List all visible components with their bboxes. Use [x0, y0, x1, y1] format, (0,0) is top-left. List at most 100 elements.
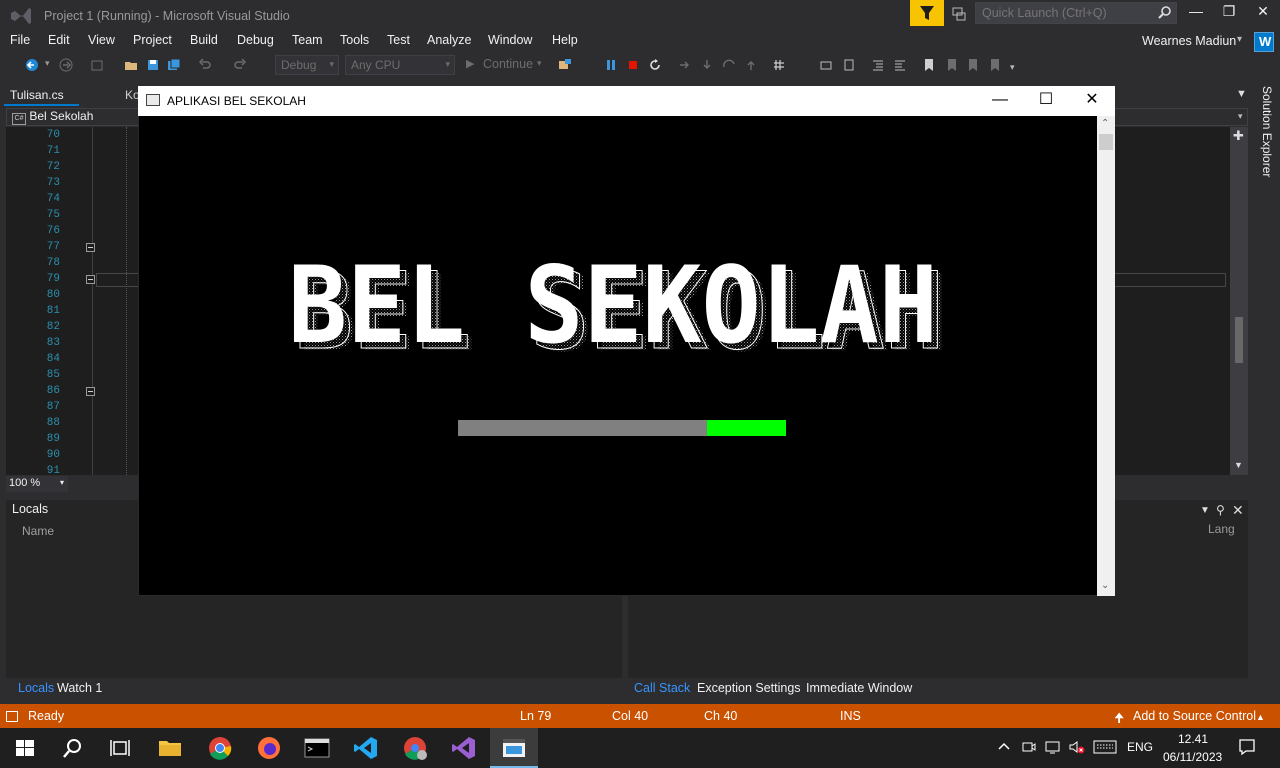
- console-window-icon[interactable]: [146, 94, 160, 106]
- show-next-statement-icon[interactable]: [678, 58, 692, 72]
- output-window-icon[interactable]: [6, 711, 19, 723]
- open-folder-icon[interactable]: [124, 58, 138, 72]
- outdent-icon[interactable]: [871, 58, 885, 72]
- stop-icon[interactable]: [626, 58, 640, 72]
- back-icon[interactable]: [25, 58, 39, 72]
- zoom-level-select[interactable]: 100 % ▾: [6, 476, 68, 492]
- close-panel-icon[interactable]: ✕: [1232, 502, 1244, 519]
- console-vertical-scrollbar[interactable]: ⌃ ⌄: [1097, 116, 1115, 596]
- menu-tools[interactable]: Tools: [340, 33, 369, 47]
- menu-window[interactable]: Window: [488, 33, 532, 47]
- toolbar-overflow-icon[interactable]: ▾: [1010, 62, 1015, 73]
- tab-exception-settings[interactable]: Exception Settings: [697, 681, 801, 695]
- column-language[interactable]: Lang: [1208, 522, 1235, 536]
- account-name[interactable]: Wearnes Madiun: [1142, 34, 1236, 48]
- notifications-icon[interactable]: [1238, 738, 1256, 756]
- stack-frame-icon[interactable]: [841, 58, 855, 72]
- members-dropdown-icon[interactable]: ▾: [1238, 111, 1243, 122]
- previous-bookmark-icon[interactable]: [945, 58, 959, 72]
- continue-button[interactable]: Continue: [483, 57, 533, 71]
- indent-icon[interactable]: [893, 58, 907, 72]
- tab-tulisan-cs[interactable]: Tulisan.cs ⚭: [4, 86, 79, 115]
- menu-test[interactable]: Test: [387, 33, 410, 47]
- source-control-up-icon[interactable]: ▲: [1256, 712, 1265, 722]
- menu-project[interactable]: Project: [133, 33, 172, 47]
- webcam-icon[interactable]: [1021, 739, 1037, 755]
- save-all-icon[interactable]: [167, 58, 181, 72]
- console-maximize-button[interactable]: ☐: [1026, 88, 1066, 112]
- menu-edit[interactable]: Edit: [48, 33, 70, 47]
- step-over-icon[interactable]: [722, 58, 736, 72]
- step-into-icon[interactable]: [700, 58, 714, 72]
- back-dropdown-icon[interactable]: ▾: [45, 58, 50, 69]
- menu-view[interactable]: View: [88, 33, 115, 47]
- menu-file[interactable]: File: [10, 33, 30, 47]
- account-dropdown-icon[interactable]: ▾: [1237, 34, 1242, 45]
- process-icon[interactable]: [558, 58, 572, 72]
- platform-select[interactable]: Any CPU ▾: [345, 55, 455, 75]
- split-icon[interactable]: ✚: [1233, 128, 1244, 144]
- menu-debug[interactable]: Debug: [237, 33, 274, 47]
- next-bookmark-icon[interactable]: [966, 58, 980, 72]
- pin-panel-icon[interactable]: ⚲: [1216, 503, 1225, 517]
- forward-icon[interactable]: [59, 58, 73, 72]
- editor-vertical-scrollbar[interactable]: [1230, 127, 1248, 475]
- firefox-icon[interactable]: [256, 736, 282, 760]
- visual-studio-icon[interactable]: [451, 736, 477, 760]
- clear-bookmarks-icon[interactable]: [988, 58, 1002, 72]
- account-avatar[interactable]: W: [1254, 32, 1274, 52]
- thread-icon[interactable]: [819, 58, 833, 72]
- windows-start-icon[interactable]: [12, 736, 38, 760]
- solution-explorer-tab[interactable]: Solution Explorer: [1252, 86, 1274, 186]
- network-icon[interactable]: [1044, 739, 1062, 755]
- undo-icon[interactable]: [198, 58, 212, 72]
- console-app-taskbar-item[interactable]: [490, 728, 538, 768]
- close-button[interactable]: ✕: [1248, 3, 1278, 25]
- continue-dropdown-icon[interactable]: ▾: [537, 58, 542, 69]
- tab-immediate-window[interactable]: Immediate Window: [806, 681, 912, 695]
- show-hidden-icons-icon[interactable]: [997, 740, 1011, 754]
- restore-button[interactable]: ❐: [1214, 3, 1244, 25]
- add-to-source-control-button[interactable]: Add to Source Control: [1133, 709, 1256, 723]
- project-navigation[interactable]: C# Bel Sekolah: [12, 109, 93, 125]
- new-project-icon[interactable]: [90, 58, 104, 72]
- console-scroll-thumb[interactable]: [1099, 134, 1113, 150]
- search-icon[interactable]: [60, 736, 86, 760]
- pause-icon[interactable]: [604, 58, 618, 72]
- task-view-icon[interactable]: [107, 736, 133, 760]
- quick-launch-input[interactable]: [975, 2, 1177, 24]
- chrome-profile-icon[interactable]: [402, 736, 428, 760]
- step-out-icon[interactable]: [744, 58, 758, 72]
- chrome-icon[interactable]: [207, 736, 233, 760]
- vscode-icon[interactable]: [353, 736, 379, 760]
- column-name[interactable]: Name: [22, 524, 54, 538]
- hex-display-icon[interactable]: [773, 58, 787, 72]
- terminal-icon[interactable]: [304, 736, 330, 760]
- clock-time[interactable]: 12.41: [1178, 732, 1208, 746]
- save-icon[interactable]: [146, 58, 160, 72]
- restart-icon[interactable]: [648, 58, 662, 72]
- tab-locals[interactable]: Locals: [18, 681, 54, 695]
- live-share-icon[interactable]: [951, 6, 967, 22]
- keyboard-icon[interactable]: [1093, 740, 1117, 754]
- input-language[interactable]: ENG: [1127, 740, 1153, 754]
- menu-team[interactable]: Team: [292, 33, 323, 47]
- collapse-icon[interactable]: [86, 387, 96, 397]
- feedback-button[interactable]: [910, 0, 944, 26]
- panel-dropdown-icon[interactable]: ▼: [1200, 505, 1210, 516]
- scroll-up-icon[interactable]: ⌃: [1101, 118, 1109, 129]
- redo-icon[interactable]: [233, 58, 247, 72]
- continue-play-icon[interactable]: ▶: [466, 57, 474, 70]
- collapse-icon[interactable]: [86, 243, 96, 253]
- tab-list-dropdown-icon[interactable]: ▼: [1236, 88, 1247, 100]
- collapse-icon[interactable]: [86, 275, 96, 285]
- volume-muted-icon[interactable]: [1068, 739, 1086, 755]
- console-close-button[interactable]: ✕: [1072, 88, 1112, 112]
- menu-analyze[interactable]: Analyze: [427, 33, 471, 47]
- bookmark-icon[interactable]: [922, 58, 936, 72]
- search-icon[interactable]: [1158, 6, 1172, 20]
- menu-help[interactable]: Help: [552, 33, 578, 47]
- clock-date[interactable]: 06/11/2023: [1163, 750, 1222, 764]
- tab-call-stack[interactable]: Call Stack: [634, 681, 690, 695]
- scroll-down-icon[interactable]: ▼: [1234, 460, 1243, 470]
